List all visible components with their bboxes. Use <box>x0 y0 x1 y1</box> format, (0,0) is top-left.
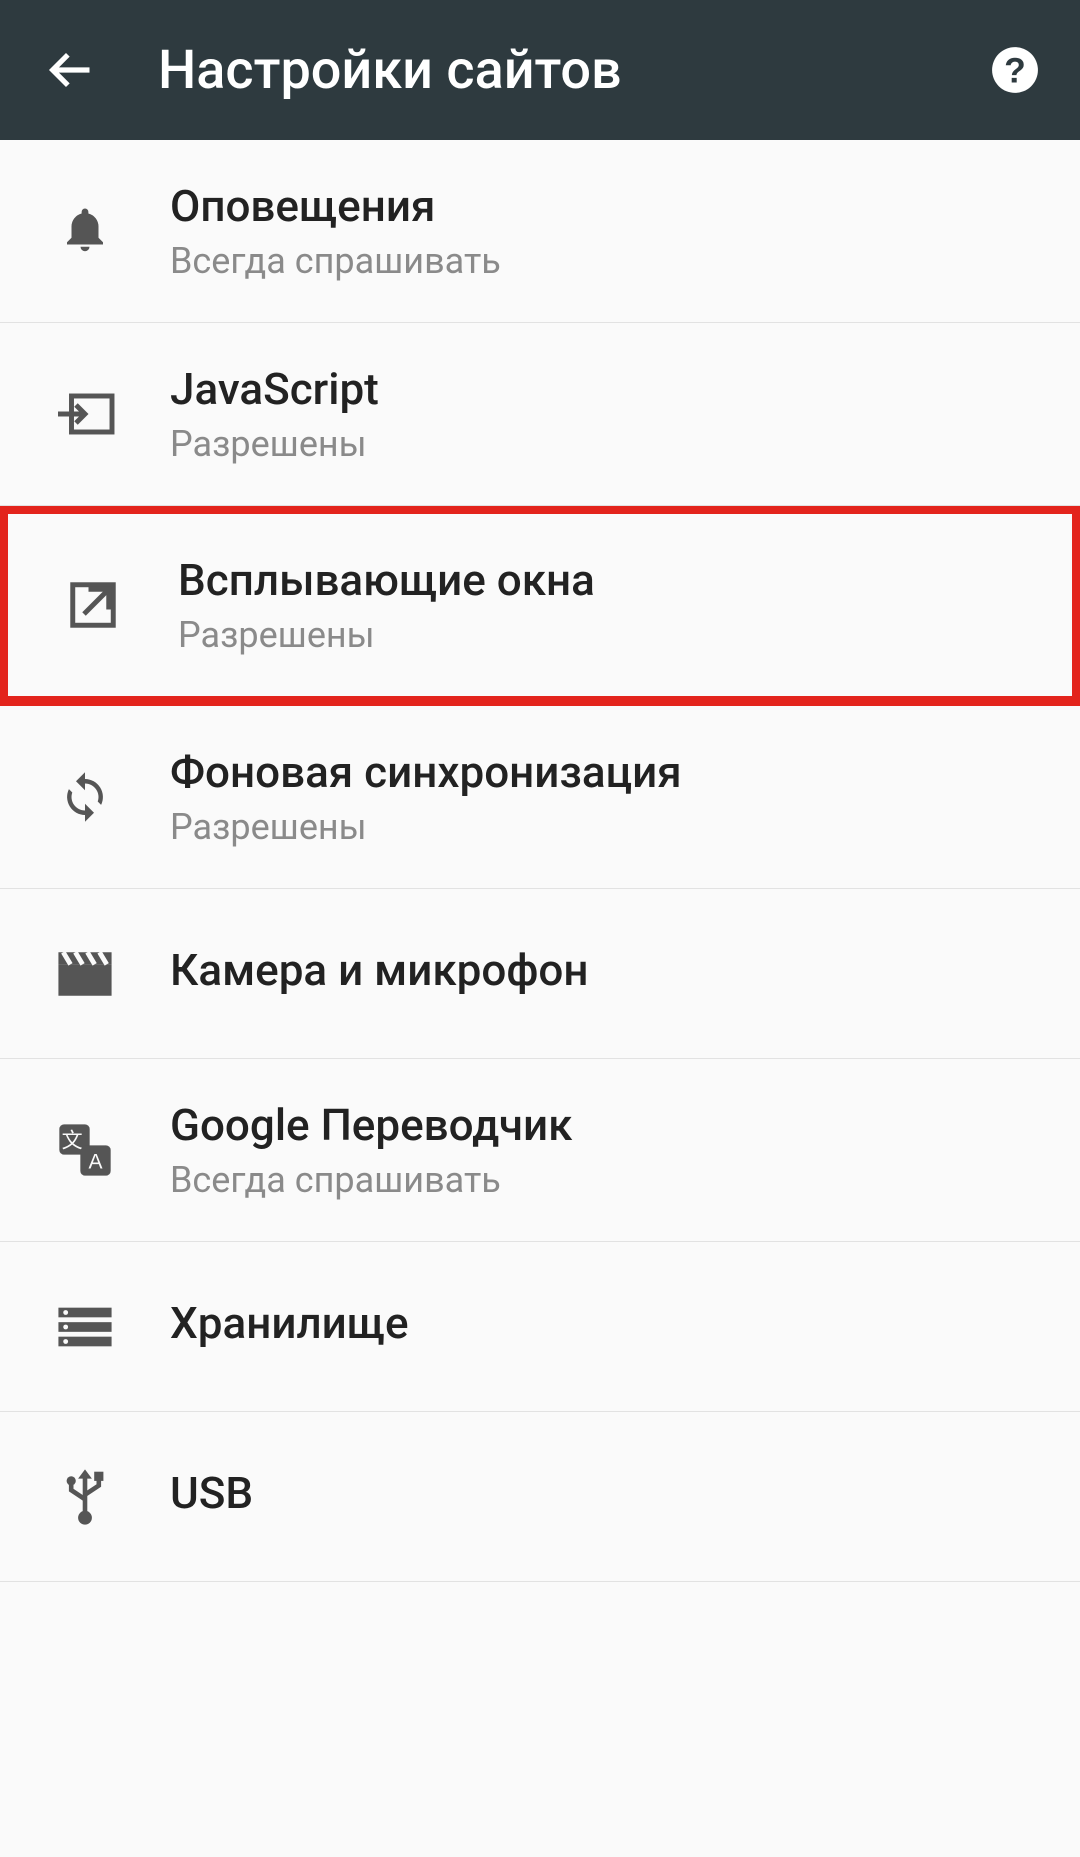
item-title: Всплывающие окна <box>178 554 595 606</box>
item-subtitle: Разрешены <box>178 614 595 656</box>
settings-item-background-sync[interactable]: Фоновая синхронизация Разрешены <box>0 706 1080 889</box>
clapperboard-icon <box>50 939 120 1009</box>
item-title: Google Переводчик <box>170 1099 573 1151</box>
svg-text:?: ? <box>1004 51 1026 91</box>
item-subtitle: Всегда спрашивать <box>170 240 501 282</box>
settings-item-popups[interactable]: Всплывающие окна Разрешены <box>0 506 1080 706</box>
sync-icon <box>50 762 120 832</box>
item-subtitle: Всегда спрашивать <box>170 1159 573 1201</box>
svg-text:文: 文 <box>62 1130 83 1153</box>
item-title: Хранилище <box>170 1297 409 1349</box>
usb-icon <box>50 1462 120 1532</box>
back-button[interactable] <box>40 40 100 100</box>
settings-item-camera-mic[interactable]: Камера и микрофон <box>0 889 1080 1059</box>
settings-item-usb[interactable]: USB <box>0 1412 1080 1582</box>
page-title: Настройки сайтов <box>158 39 990 102</box>
svg-text:A: A <box>88 1151 102 1174</box>
bell-icon <box>50 196 120 266</box>
settings-item-notifications[interactable]: Оповещения Всегда спрашивать <box>0 140 1080 323</box>
translate-icon: 文 A <box>50 1115 120 1185</box>
popup-icon <box>58 570 128 640</box>
arrow-left-icon <box>44 44 96 96</box>
help-button[interactable]: ? <box>990 45 1040 95</box>
item-title: Фоновая синхронизация <box>170 746 682 798</box>
help-icon: ? <box>990 45 1040 95</box>
settings-item-translate[interactable]: 文 A Google Переводчик Всегда спрашивать <box>0 1059 1080 1242</box>
app-header: Настройки сайтов ? <box>0 0 1080 140</box>
settings-item-storage[interactable]: Хранилище <box>0 1242 1080 1412</box>
settings-list: Оповещения Всегда спрашивать JavaScript … <box>0 140 1080 1582</box>
javascript-icon <box>50 379 120 449</box>
item-title: Камера и микрофон <box>170 944 588 996</box>
item-subtitle: Разрешены <box>170 806 682 848</box>
item-subtitle: Разрешены <box>170 423 379 465</box>
item-title: Оповещения <box>170 180 501 232</box>
storage-icon <box>50 1292 120 1362</box>
settings-item-javascript[interactable]: JavaScript Разрешены <box>0 323 1080 506</box>
item-title: USB <box>170 1467 253 1519</box>
item-title: JavaScript <box>170 363 379 415</box>
